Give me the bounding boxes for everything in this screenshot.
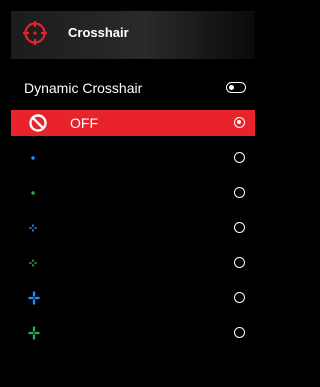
crosshair-option-blue-dot[interactable] <box>11 145 255 171</box>
dynamic-crosshair-row[interactable]: Dynamic Crosshair <box>11 75 255 101</box>
page-title: Crosshair <box>68 25 129 40</box>
radio-dot <box>237 120 242 125</box>
radio-button[interactable] <box>234 257 245 268</box>
dynamic-crosshair-toggle[interactable] <box>226 82 246 93</box>
radio-button[interactable] <box>234 292 245 303</box>
small-dot-icon <box>31 156 35 160</box>
crosshair-option-green-dot[interactable] <box>11 180 255 206</box>
radio-button[interactable] <box>234 187 245 198</box>
crosshair-option-green-small-cross[interactable] <box>11 250 255 276</box>
crosshair-panel: Crosshair Dynamic Crosshair OFF <box>11 11 255 387</box>
crosshair-option-blue-large-cross[interactable] <box>11 285 255 311</box>
crosshair-icon <box>23 21 47 45</box>
option-label: OFF <box>70 115 98 131</box>
crosshair-option-green-large-cross[interactable] <box>11 320 255 346</box>
crosshair-option-list: OFF <box>11 110 255 355</box>
crosshair-option-blue-small-cross[interactable] <box>11 215 255 241</box>
toggle-knob <box>229 84 234 90</box>
radio-button-selected[interactable] <box>234 117 245 128</box>
small-dot-icon <box>31 191 35 195</box>
cross-large-icon <box>28 291 40 305</box>
panel-header: Crosshair <box>11 11 255 59</box>
prohibited-icon <box>29 114 47 132</box>
radio-button[interactable] <box>234 327 245 338</box>
cross-large-icon <box>28 326 40 340</box>
cross-small-icon <box>29 224 37 232</box>
cross-small-icon <box>29 259 37 267</box>
radio-button[interactable] <box>234 222 245 233</box>
crosshair-option-off[interactable]: OFF <box>11 110 255 136</box>
radio-button[interactable] <box>234 152 245 163</box>
dynamic-crosshair-label: Dynamic Crosshair <box>24 80 143 96</box>
